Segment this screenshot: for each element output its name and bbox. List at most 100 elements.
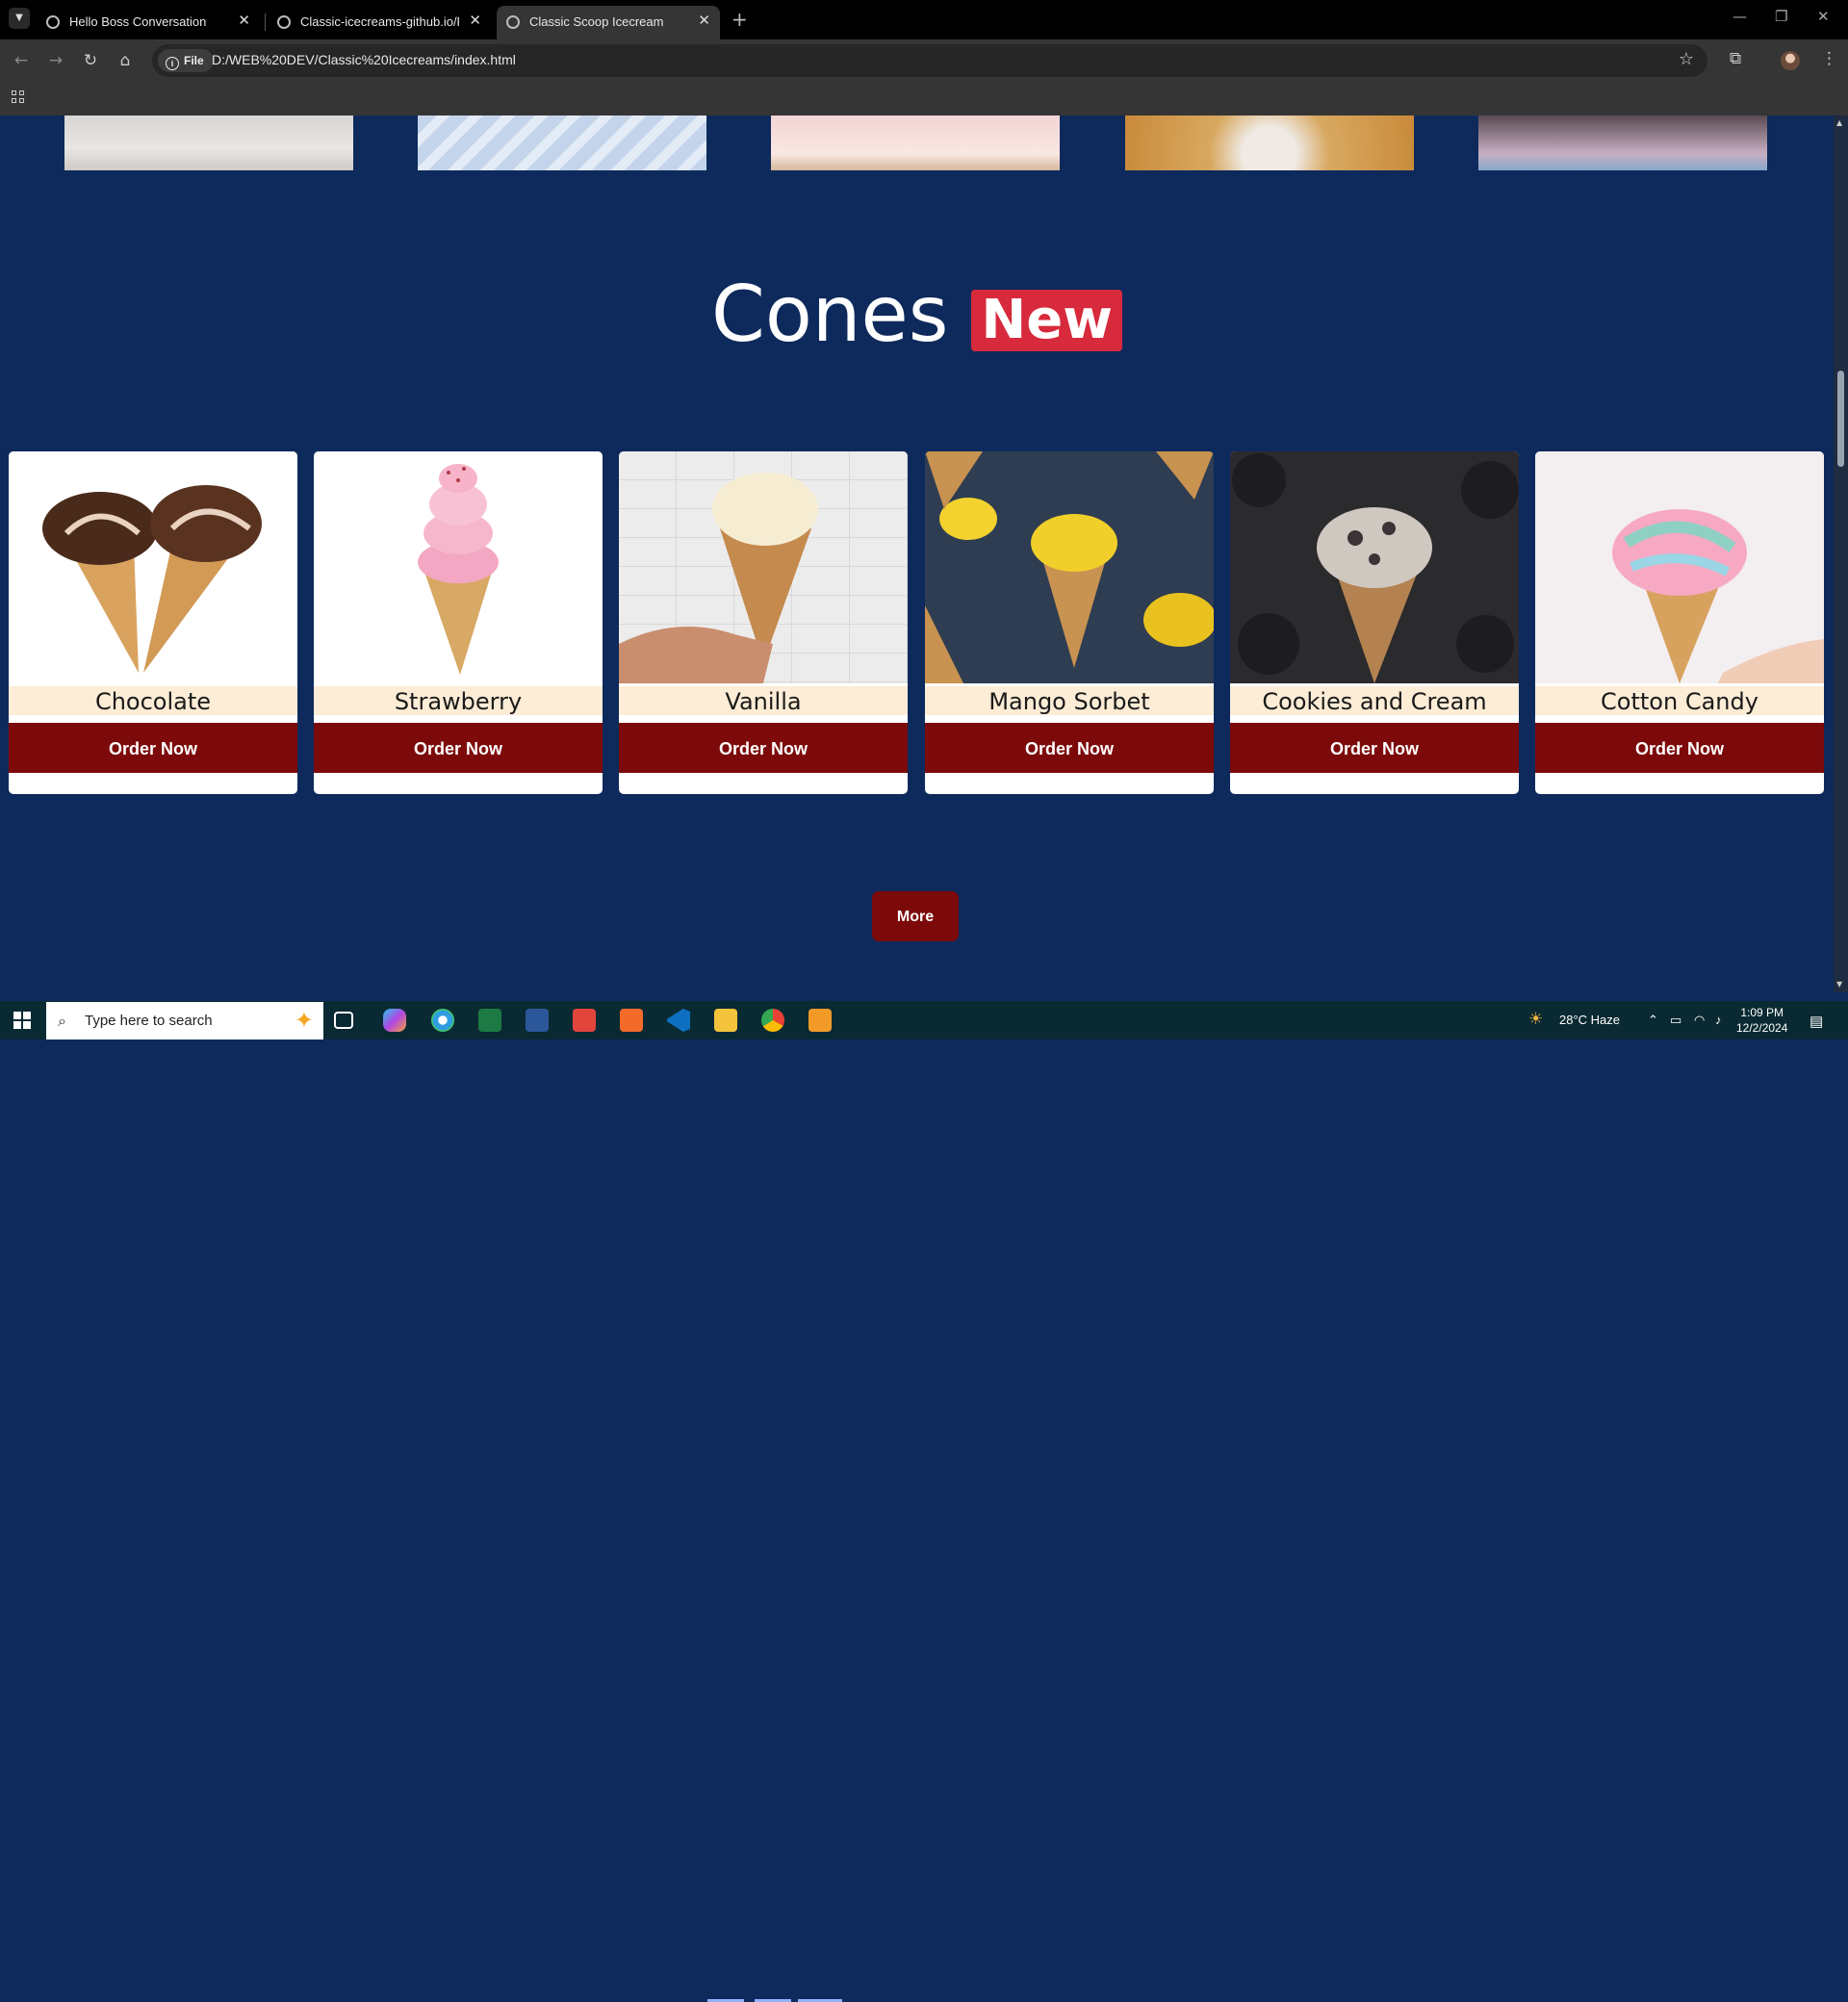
- tab-title: Classic-icecreams-github.io/README: [300, 14, 459, 29]
- bookmarks-bar: [0, 82, 1848, 116]
- info-icon: i: [166, 57, 179, 70]
- search-placeholder: Type here to search: [85, 1013, 213, 1029]
- tab-classic-scoop[interactable]: Classic Scoop Icecream ✕: [497, 6, 720, 39]
- site-info-label: File: [184, 54, 204, 67]
- scroll-down-icon[interactable]: ▼: [1836, 980, 1842, 988]
- previous-item-image: [64, 116, 353, 170]
- apps-grid-icon[interactable]: [12, 90, 25, 104]
- previous-item-image: [1478, 116, 1767, 170]
- clock-date: 12/2/2024: [1736, 1021, 1788, 1035]
- strawberry-cone-image: [314, 451, 603, 683]
- weather-text[interactable]: 28°C Haze: [1559, 1013, 1620, 1027]
- github-icon: [277, 15, 291, 29]
- tab-title: Classic Scoop Icecream: [529, 14, 664, 29]
- product-name: Vanilla: [619, 686, 908, 715]
- product-name: Strawberry: [314, 686, 603, 715]
- site-info-chip[interactable]: i File: [158, 49, 214, 72]
- product-card-strawberry: Strawberry Order Now: [314, 451, 603, 794]
- anydesk-icon[interactable]: [573, 1009, 596, 1032]
- reload-icon[interactable]: ↻: [79, 49, 102, 72]
- order-now-button[interactable]: Order Now: [9, 723, 297, 773]
- product-card-vanilla: Vanilla Order Now: [619, 451, 908, 794]
- copilot-icon[interactable]: [383, 1009, 406, 1032]
- wifi-icon[interactable]: ◠: [1694, 1013, 1705, 1028]
- previous-item-image: [1125, 116, 1414, 170]
- windows-taskbar: ⌕ Type here to search ✦ ☀ 28°C Haze ⌃ ▭ …: [0, 1001, 1848, 2002]
- tab-hello-boss[interactable]: Hello Boss Conversation ✕: [37, 6, 260, 39]
- more-button[interactable]: More: [872, 891, 959, 941]
- edge-icon[interactable]: [431, 1009, 454, 1032]
- weather-icon[interactable]: ☀: [1528, 1010, 1543, 1029]
- battery-icon[interactable]: ▭: [1670, 1013, 1681, 1028]
- windows-start-icon[interactable]: [13, 1012, 31, 1029]
- previous-item-image: [418, 116, 706, 170]
- xampp-icon[interactable]: [620, 1009, 643, 1032]
- scroll-up-icon[interactable]: ▲: [1836, 118, 1842, 127]
- chocolate-cone-image: [9, 451, 297, 683]
- product-name: Cotton Candy: [1535, 686, 1824, 715]
- show-hidden-icons-chevron-icon[interactable]: ⌃: [1648, 1013, 1658, 1028]
- vscode-icon[interactable]: [667, 1009, 690, 1032]
- page-scrollbar[interactable]: ▲ ▼: [1834, 116, 1848, 992]
- previous-item-image: [771, 116, 1060, 170]
- task-view-icon[interactable]: [334, 1012, 353, 1029]
- order-now-button[interactable]: Order Now: [1230, 723, 1519, 773]
- section-title: Cones: [711, 270, 949, 359]
- close-tab-icon[interactable]: ✕: [698, 12, 710, 29]
- order-now-button[interactable]: Order Now: [619, 723, 908, 773]
- excel-icon[interactable]: [478, 1009, 501, 1032]
- taskbar-search-box[interactable]: ⌕ Type here to search ✦: [46, 1002, 323, 1040]
- minimize-icon[interactable]: —: [1732, 8, 1747, 25]
- product-card-cookies-and-cream: Cookies and Cream Order Now: [1230, 451, 1519, 794]
- copilot-sparkle-icon: ✦: [294, 1007, 314, 1034]
- product-name: Chocolate: [9, 686, 297, 715]
- menu-kebab-icon[interactable]: ⋮: [1821, 49, 1837, 68]
- restore-icon[interactable]: ❐: [1775, 8, 1787, 25]
- bookmark-star-icon[interactable]: ☆: [1679, 49, 1694, 69]
- scrollbar-thumb[interactable]: [1837, 371, 1844, 467]
- section-heading: Cones New: [0, 270, 1834, 359]
- home-icon[interactable]: ⌂: [114, 49, 137, 72]
- extensions-icon[interactable]: ⧉: [1730, 49, 1741, 68]
- tab-strip: ▼ Hello Boss Conversation ✕ Classic-icec…: [0, 0, 1848, 39]
- mango-sorbet-cone-image: [925, 451, 1214, 683]
- cookies-and-cream-cone-image: [1230, 451, 1519, 683]
- active-app-icon[interactable]: [808, 1009, 832, 1032]
- vanilla-cone-image: [619, 451, 908, 683]
- globe-icon: [506, 15, 520, 29]
- chrome-icon[interactable]: [761, 1009, 784, 1032]
- order-now-button[interactable]: Order Now: [314, 723, 603, 773]
- browser-toolbar: ← → ↻ ⌂ i File D:/WEB%20DEV/Classic%20Ice…: [0, 39, 1848, 82]
- tab-divider: [265, 13, 266, 31]
- volume-icon[interactable]: ♪: [1715, 1013, 1722, 1027]
- word-icon[interactable]: [526, 1009, 549, 1032]
- order-now-button[interactable]: Order Now: [925, 723, 1214, 773]
- page-viewport: Cones New Chocolate Order Now Strawberry …: [0, 116, 1834, 992]
- new-badge: New: [971, 289, 1122, 351]
- product-card-chocolate: Chocolate Order Now: [9, 451, 297, 794]
- product-card-cotton-candy: Cotton Candy Order Now: [1535, 451, 1824, 794]
- product-name: Mango Sorbet: [925, 686, 1214, 715]
- chatgpt-icon: [46, 15, 60, 29]
- tab-search-button[interactable]: ▼: [9, 8, 30, 29]
- clock-time: 1:09 PM: [1740, 1006, 1784, 1019]
- system-clock[interactable]: 1:09 PM 12/2/2024: [1736, 1005, 1787, 1036]
- search-icon: ⌕: [58, 1012, 66, 1030]
- back-icon[interactable]: ←: [10, 49, 33, 72]
- address-bar[interactable]: i File D:/WEB%20DEV/Classic%20Icecreams/i…: [152, 44, 1707, 77]
- tab-title: Hello Boss Conversation: [69, 14, 207, 29]
- url-text[interactable]: D:/WEB%20DEV/Classic%20Icecreams/index.h…: [212, 52, 516, 67]
- product-card-mango-sorbet: Mango Sorbet Order Now: [925, 451, 1214, 794]
- close-tab-icon[interactable]: ✕: [469, 12, 481, 29]
- product-name: Cookies and Cream: [1230, 686, 1519, 715]
- profile-avatar[interactable]: [1781, 51, 1800, 70]
- forward-icon[interactable]: →: [44, 49, 67, 72]
- close-tab-icon[interactable]: ✕: [238, 12, 250, 29]
- tab-github-readme[interactable]: Classic-icecreams-github.io/README ✕: [268, 6, 491, 39]
- close-window-icon[interactable]: ✕: [1817, 8, 1830, 25]
- order-now-button[interactable]: Order Now: [1535, 723, 1824, 773]
- cotton-candy-cone-image: [1535, 451, 1824, 683]
- new-tab-button[interactable]: +: [732, 8, 748, 31]
- notifications-icon[interactable]: ▤: [1810, 1013, 1823, 1030]
- file-explorer-icon[interactable]: [714, 1009, 737, 1032]
